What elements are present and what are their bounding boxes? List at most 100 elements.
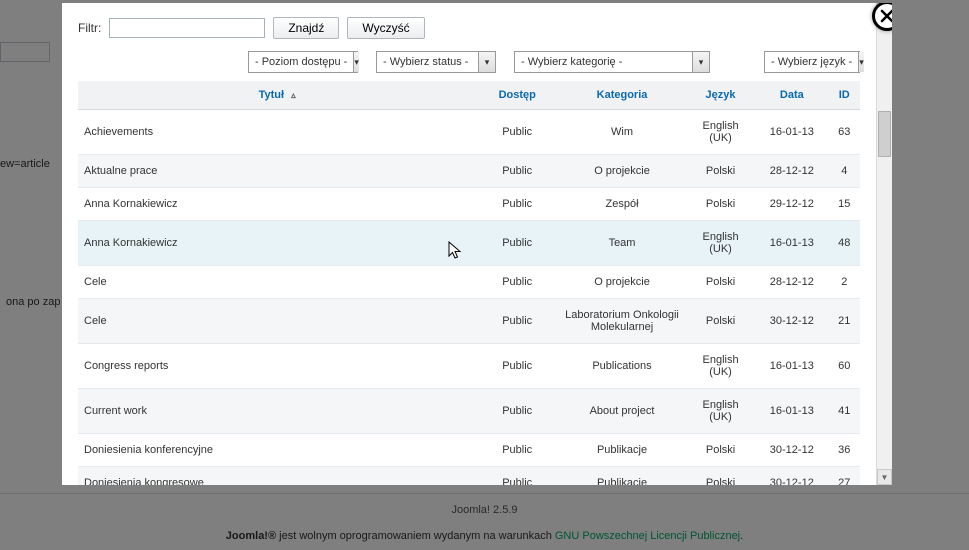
cell-category: Wim bbox=[558, 110, 686, 155]
col-header-id[interactable]: ID bbox=[829, 81, 861, 110]
col-header-access[interactable]: Dostęp bbox=[476, 81, 558, 110]
cell-access: Public bbox=[476, 266, 558, 299]
cell-access: Public bbox=[476, 299, 558, 344]
cell-id: 4 bbox=[829, 155, 861, 188]
cell-id: 63 bbox=[829, 110, 861, 155]
access-level-value: - Poziom dostępu - bbox=[249, 56, 353, 68]
cell-date: 16-01-13 bbox=[755, 389, 828, 434]
table-row[interactable]: Doniesienia kongresowePublicPublikacjePo… bbox=[78, 467, 860, 486]
cell-date: 16-01-13 bbox=[755, 344, 828, 389]
cell-title[interactable]: Congress reports bbox=[78, 344, 476, 389]
cell-access: Public bbox=[476, 155, 558, 188]
chevron-down-icon bbox=[858, 52, 864, 72]
cell-title[interactable]: Cele bbox=[78, 266, 476, 299]
cell-category: Laboratorium Onkologii Molekularnej bbox=[558, 299, 686, 344]
col-header-language[interactable]: Język bbox=[686, 81, 755, 110]
articles-table: Tytuł ▵ Dostęp Kategoria Język Data ID A… bbox=[78, 81, 860, 485]
table-row[interactable]: Aktualne pracePublicO projekciePolski28-… bbox=[78, 155, 860, 188]
cell-date: 16-01-13 bbox=[755, 221, 828, 266]
cell-id: 27 bbox=[829, 467, 861, 486]
cell-date: 16-01-13 bbox=[755, 110, 828, 155]
cell-language: English (UK) bbox=[686, 389, 755, 434]
cell-date: 28-12-12 bbox=[755, 155, 828, 188]
cell-language: Polski bbox=[686, 188, 755, 221]
table-row[interactable]: Anna KornakiewiczPublicZespółPolski29-12… bbox=[78, 188, 860, 221]
table-row[interactable]: AchievementsPublicWimEnglish (UK)16-01-1… bbox=[78, 110, 860, 155]
status-select[interactable]: - Wybierz status - bbox=[376, 51, 496, 73]
cell-access: Public bbox=[476, 389, 558, 434]
cell-language: Polski bbox=[686, 434, 755, 467]
language-value: - Wybierz język - bbox=[765, 56, 858, 68]
scroll-thumb[interactable] bbox=[878, 111, 891, 157]
cell-title[interactable]: Anna Kornakiewicz bbox=[78, 188, 476, 221]
find-button[interactable]: Znajdź bbox=[273, 17, 339, 39]
cell-access: Public bbox=[476, 221, 558, 266]
cell-access: Public bbox=[476, 467, 558, 486]
cell-access: Public bbox=[476, 188, 558, 221]
category-value: - Wybierz kategorię - bbox=[515, 56, 692, 68]
col-header-date[interactable]: Data bbox=[755, 81, 828, 110]
table-row[interactable]: Doniesienia konferencyjnePublicPublikacj… bbox=[78, 434, 860, 467]
cell-title[interactable]: Doniesienia konferencyjne bbox=[78, 434, 476, 467]
cell-title[interactable]: Anna Kornakiewicz bbox=[78, 221, 476, 266]
cell-category: Publikacje bbox=[558, 434, 686, 467]
cell-id: 60 bbox=[829, 344, 861, 389]
cell-category: Publikacje bbox=[558, 467, 686, 486]
cell-date: 30-12-12 bbox=[755, 299, 828, 344]
cell-category: About project bbox=[558, 389, 686, 434]
table-row[interactable]: CelePublicO projekciePolski28-12-122 bbox=[78, 266, 860, 299]
close-icon bbox=[880, 9, 892, 23]
cell-id: 36 bbox=[829, 434, 861, 467]
table-row[interactable]: Congress reportsPublicPublicationsEnglis… bbox=[78, 344, 860, 389]
vertical-scrollbar[interactable]: ▲ ▼ bbox=[876, 3, 892, 485]
clear-button[interactable]: Wyczyść bbox=[347, 17, 424, 39]
cell-category: O projekcie bbox=[558, 266, 686, 299]
cell-language: English (UK) bbox=[686, 221, 755, 266]
col-header-category[interactable]: Kategoria bbox=[558, 81, 686, 110]
cell-date: 28-12-12 bbox=[755, 266, 828, 299]
cell-id: 48 bbox=[829, 221, 861, 266]
cell-language: Polski bbox=[686, 299, 755, 344]
sort-asc-icon: ▵ bbox=[291, 90, 296, 101]
cell-language: Polski bbox=[686, 155, 755, 188]
cell-category: Zespół bbox=[558, 188, 686, 221]
cell-language: English (UK) bbox=[686, 110, 755, 155]
cell-access: Public bbox=[476, 434, 558, 467]
cell-id: 2 bbox=[829, 266, 861, 299]
article-select-modal: ▲ ▼ Filtr: Znajdź Wyczyść - Poziom dostę… bbox=[62, 3, 892, 485]
cell-category: Publications bbox=[558, 344, 686, 389]
language-select[interactable]: - Wybierz język - bbox=[764, 51, 860, 73]
chevron-down-icon bbox=[353, 52, 359, 72]
cell-id: 21 bbox=[829, 299, 861, 344]
chevron-down-icon bbox=[478, 52, 495, 72]
cell-language: Polski bbox=[686, 266, 755, 299]
filter-label: Filtr: bbox=[78, 21, 101, 35]
filter-row: Filtr: Znajdź Wyczyść bbox=[78, 17, 860, 39]
cell-title[interactable]: Doniesienia kongresowe bbox=[78, 467, 476, 486]
cell-date: 30-12-12 bbox=[755, 467, 828, 486]
cell-title[interactable]: Cele bbox=[78, 299, 476, 344]
cell-category: O projekcie bbox=[558, 155, 686, 188]
cell-title[interactable]: Achievements bbox=[78, 110, 476, 155]
cell-id: 15 bbox=[829, 188, 861, 221]
cell-date: 29-12-12 bbox=[755, 188, 828, 221]
cell-access: Public bbox=[476, 110, 558, 155]
category-select[interactable]: - Wybierz kategorię - bbox=[514, 51, 710, 73]
filter-select-row: - Poziom dostępu - - Wybierz status - - … bbox=[78, 51, 860, 73]
col-header-title-label: Tytuł bbox=[259, 89, 284, 101]
table-row[interactable]: Anna KornakiewiczPublicTeamEnglish (UK)1… bbox=[78, 221, 860, 266]
table-row[interactable]: CelePublicLaboratorium Onkologii Molekul… bbox=[78, 299, 860, 344]
modal-body: Filtr: Znajdź Wyczyść - Poziom dostępu -… bbox=[62, 3, 876, 485]
cell-language: English (UK) bbox=[686, 344, 755, 389]
scroll-down-arrow-icon[interactable]: ▼ bbox=[877, 469, 892, 485]
cell-id: 41 bbox=[829, 389, 861, 434]
col-header-title[interactable]: Tytuł ▵ bbox=[78, 81, 476, 110]
cell-title[interactable]: Aktualne prace bbox=[78, 155, 476, 188]
table-row[interactable]: Current workPublicAbout projectEnglish (… bbox=[78, 389, 860, 434]
cell-language: Polski bbox=[686, 467, 755, 486]
access-level-select[interactable]: - Poziom dostępu - bbox=[248, 51, 358, 73]
cell-title[interactable]: Current work bbox=[78, 389, 476, 434]
cell-date: 30-12-12 bbox=[755, 434, 828, 467]
filter-input[interactable] bbox=[109, 18, 265, 38]
chevron-down-icon bbox=[692, 52, 709, 72]
